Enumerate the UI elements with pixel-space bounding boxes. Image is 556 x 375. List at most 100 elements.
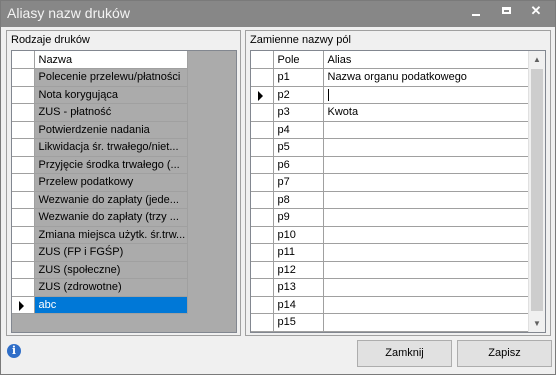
- field-pole-cell[interactable]: p15: [273, 313, 324, 332]
- row-header[interactable]: [251, 226, 274, 244]
- minimize-button[interactable]: [461, 1, 491, 23]
- field-alias-cell[interactable]: [323, 278, 530, 297]
- field-pole-cell[interactable]: p5: [273, 138, 324, 157]
- row-header[interactable]: [12, 278, 35, 297]
- field-alias-cell[interactable]: [323, 226, 530, 244]
- row-header[interactable]: [251, 156, 274, 174]
- column-header-pole[interactable]: Pole: [273, 51, 324, 69]
- field-pole-cell[interactable]: p6: [273, 156, 324, 174]
- field-alias-cell[interactable]: [323, 156, 530, 174]
- print-type-row[interactable]: Nota korygująca: [12, 86, 188, 104]
- field-pole-cell[interactable]: p3: [273, 103, 324, 122]
- field-alias-row[interactable]: p13: [251, 278, 530, 297]
- print-type-row[interactable]: Polecenie przelewu/płatności: [12, 68, 188, 87]
- print-type-name[interactable]: ZUS (FP i FGŚP): [34, 243, 188, 262]
- print-type-row[interactable]: Likwidacja śr. trwałego/niet...: [12, 138, 188, 157]
- field-alias-row[interactable]: p3 Kwota: [251, 103, 530, 122]
- row-header[interactable]: [12, 138, 35, 157]
- print-type-name[interactable]: Przyjęcie środka trwałego (...: [34, 156, 188, 174]
- field-alias-row[interactable]: p8: [251, 191, 530, 209]
- field-alias-cell[interactable]: [323, 243, 530, 262]
- row-header[interactable]: [12, 208, 35, 227]
- row-header[interactable]: [251, 86, 274, 104]
- field-alias-row[interactable]: p14: [251, 296, 530, 314]
- field-alias-cell[interactable]: [323, 313, 530, 332]
- field-alias-row[interactable]: p4: [251, 121, 530, 139]
- field-alias-row[interactable]: p5: [251, 138, 530, 157]
- print-type-name[interactable]: Wezwanie do zapłaty (trzy ...: [34, 208, 188, 227]
- field-pole-cell[interactable]: p11: [273, 243, 324, 262]
- row-header[interactable]: [12, 296, 35, 314]
- print-type-row[interactable]: ZUS (zdrowotne): [12, 278, 188, 297]
- field-pole-cell[interactable]: p7: [273, 173, 324, 192]
- field-alias-cell[interactable]: Nazwa organu podatkowego: [323, 68, 530, 87]
- field-alias-cell[interactable]: [323, 191, 530, 209]
- print-type-name[interactable]: Likwidacja śr. trwałego/niet...: [34, 138, 188, 157]
- print-types-grid[interactable]: Nazwa Polecenie przelewu/płatności Nota k…: [11, 50, 237, 333]
- print-type-row[interactable]: ZUS (FP i FGŚP): [12, 243, 188, 262]
- row-header[interactable]: [12, 68, 35, 87]
- row-header[interactable]: [12, 243, 35, 262]
- row-header[interactable]: [12, 86, 35, 104]
- save-button[interactable]: Zapisz: [457, 340, 552, 367]
- field-pole-cell[interactable]: p8: [273, 191, 324, 209]
- print-type-name[interactable]: Przelew podatkowy: [34, 173, 188, 192]
- field-alias-cell[interactable]: [323, 138, 530, 157]
- field-alias-cell[interactable]: Kwota: [323, 103, 530, 122]
- field-alias-row[interactable]: p1 Nazwa organu podatkowego: [251, 68, 530, 87]
- row-header[interactable]: [251, 243, 274, 262]
- print-type-name[interactable]: ZUS (społeczne): [34, 261, 188, 279]
- field-pole-cell[interactable]: p2: [273, 86, 324, 104]
- print-type-name[interactable]: Potwierdzenie nadania: [34, 121, 188, 139]
- vertical-scrollbar[interactable]: ▲ ▼: [528, 51, 545, 332]
- row-header[interactable]: [12, 191, 35, 209]
- print-type-name[interactable]: abc: [34, 296, 188, 314]
- print-type-row[interactable]: Wezwanie do zapłaty (trzy ...: [12, 208, 188, 227]
- print-type-name[interactable]: ZUS (zdrowotne): [34, 278, 188, 297]
- print-type-row[interactable]: ZUS (społeczne): [12, 261, 188, 279]
- close-window-button[interactable]: ✕: [521, 1, 551, 23]
- scroll-thumb[interactable]: [531, 69, 543, 311]
- field-alias-row[interactable]: p9: [251, 208, 530, 227]
- field-pole-cell[interactable]: p12: [273, 261, 324, 279]
- info-icon[interactable]: i: [7, 344, 21, 358]
- field-pole-cell[interactable]: p13: [273, 278, 324, 297]
- field-pole-cell[interactable]: p10: [273, 226, 324, 244]
- maximize-button[interactable]: [491, 1, 521, 23]
- field-pole-cell[interactable]: p1: [273, 68, 324, 87]
- column-header-nazwa[interactable]: Nazwa: [34, 51, 188, 69]
- print-type-row[interactable]: Zmiana miejsca użytk. śr.trw...: [12, 226, 188, 244]
- scroll-down-icon[interactable]: ▼: [529, 315, 545, 332]
- print-type-name[interactable]: Polecenie przelewu/płatności: [34, 68, 188, 87]
- row-header[interactable]: [251, 68, 274, 87]
- field-alias-cell[interactable]: [323, 296, 530, 314]
- scroll-up-icon[interactable]: ▲: [529, 51, 545, 68]
- field-alias-cell[interactable]: [323, 173, 530, 192]
- field-alias-cell[interactable]: [323, 261, 530, 279]
- row-header[interactable]: [251, 208, 274, 227]
- row-header[interactable]: [251, 173, 274, 192]
- print-type-name[interactable]: Zmiana miejsca użytk. śr.trw...: [34, 226, 188, 244]
- row-header[interactable]: [12, 173, 35, 192]
- field-alias-row[interactable]: p2: [251, 86, 530, 104]
- field-alias-row[interactable]: p12: [251, 261, 530, 279]
- field-pole-cell[interactable]: p4: [273, 121, 324, 139]
- print-type-row[interactable]: abc: [12, 296, 188, 314]
- field-alias-row[interactable]: p10: [251, 226, 530, 244]
- print-type-row[interactable]: Przyjęcie środka trwałego (...: [12, 156, 188, 174]
- print-type-name[interactable]: Nota korygująca: [34, 86, 188, 104]
- field-alias-cell[interactable]: [323, 121, 530, 139]
- column-header-alias[interactable]: Alias: [323, 51, 530, 69]
- field-aliases-grid[interactable]: Pole Alias p1 Nazwa organu podatkowego p2 p…: [250, 50, 546, 333]
- field-alias-row[interactable]: p15: [251, 313, 530, 332]
- print-type-name[interactable]: ZUS - płatność: [34, 103, 188, 122]
- row-header[interactable]: [251, 138, 274, 157]
- print-type-name[interactable]: Wezwanie do zapłaty (jede...: [34, 191, 188, 209]
- row-header[interactable]: [12, 226, 35, 244]
- field-pole-cell[interactable]: p9: [273, 208, 324, 227]
- title-bar[interactable]: Aliasy nazw druków ✕: [1, 1, 555, 27]
- row-header[interactable]: [251, 191, 274, 209]
- print-type-row[interactable]: Wezwanie do zapłaty (jede...: [12, 191, 188, 209]
- print-type-row[interactable]: Przelew podatkowy: [12, 173, 188, 192]
- row-header[interactable]: [251, 278, 274, 297]
